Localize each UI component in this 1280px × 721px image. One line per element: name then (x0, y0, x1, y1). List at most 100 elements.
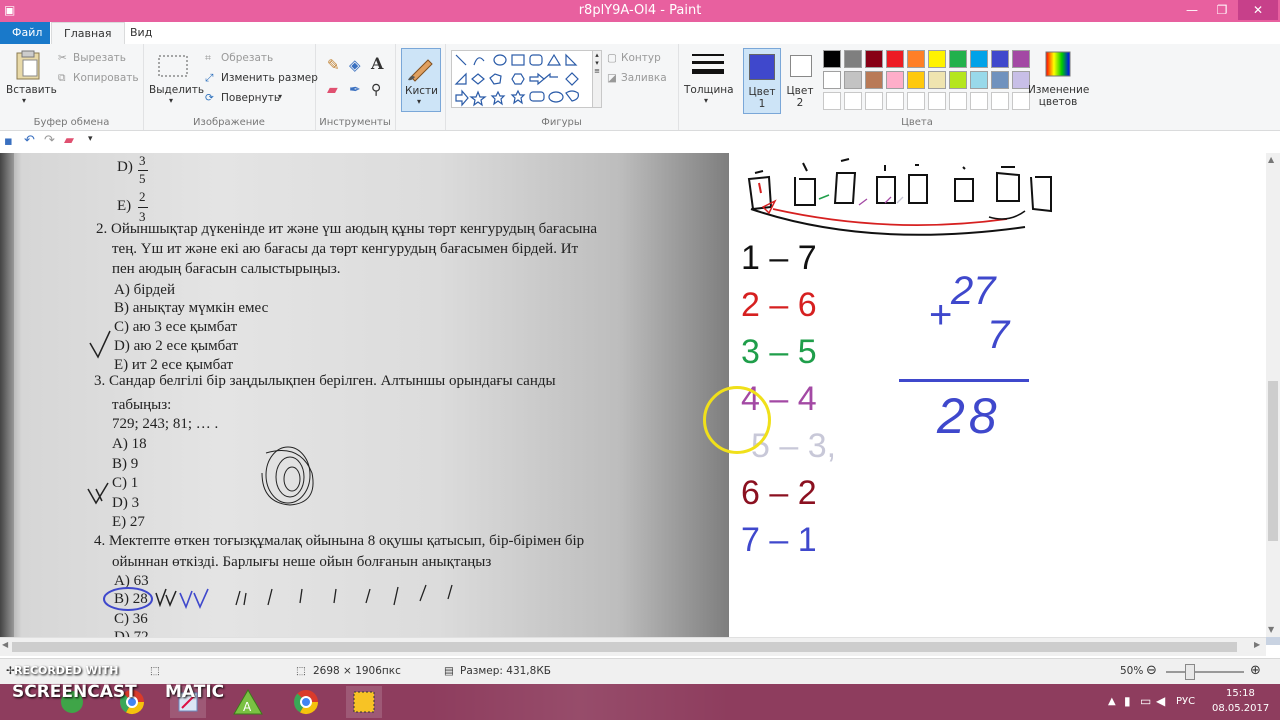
copy-icon: ⧉ (58, 72, 66, 84)
zoom-slider[interactable] (1166, 671, 1244, 673)
zoom-in-icon[interactable]: ⊕ (1250, 663, 1261, 678)
crop-button[interactable]: Обрезать (221, 52, 273, 64)
palette-empty-swatch[interactable] (823, 92, 841, 110)
outline-icon: ▢ (607, 52, 617, 64)
shapes-gallery[interactable] (451, 50, 593, 108)
colors-group-label: Цвета (901, 117, 933, 128)
cut-button[interactable]: Вырезать (73, 52, 126, 64)
network-icon[interactable]: ▮ (1124, 694, 1131, 708)
palette-swatch[interactable] (907, 50, 925, 68)
eraser-qat-icon[interactable]: ▰ (64, 133, 74, 148)
horizontal-scrollbar[interactable]: ◀ ▶ (0, 637, 1266, 656)
outline-button[interactable]: Контур (621, 52, 661, 64)
battery-icon[interactable]: ▭ (1140, 694, 1151, 708)
palette-empty-swatch[interactable] (844, 92, 862, 110)
taskbar-app-chrome-2[interactable] (288, 686, 324, 718)
clock-date[interactable]: 08.05.2017 (1212, 703, 1269, 714)
palette-empty-swatch[interactable] (907, 92, 925, 110)
paste-icon[interactable] (14, 50, 42, 80)
taskbar-app-snipping[interactable] (346, 686, 382, 718)
palette-swatch[interactable] (865, 71, 883, 89)
palette-swatch[interactable] (991, 71, 1009, 89)
rotate-button[interactable]: Повернуть (221, 92, 280, 104)
size-button[interactable]: Толщина (684, 84, 734, 96)
palette-empty-swatch[interactable] (886, 92, 904, 110)
palette-empty-swatch[interactable] (970, 92, 988, 110)
color-picker-icon[interactable]: ✒ (349, 82, 361, 98)
palette-swatch[interactable] (991, 50, 1009, 68)
color2-button[interactable]: Цвет 2 (786, 48, 818, 112)
redo-icon[interactable]: ↷ (44, 133, 55, 148)
minimize-button[interactable]: — (1178, 0, 1206, 20)
palette-empty-swatch[interactable] (991, 92, 1009, 110)
qat-customize-icon[interactable]: ▾ (88, 134, 93, 144)
rotate-chevron-icon[interactable]: ▾ (278, 92, 282, 101)
clock-time[interactable]: 15:18 (1226, 688, 1255, 699)
text-tool-icon[interactable]: A (371, 54, 383, 73)
vertical-scrollbar[interactable]: ▲ ▼ (1266, 153, 1280, 637)
brushes-button[interactable]: Кисти ▾ (401, 48, 441, 112)
shapes-scroll[interactable]: ▴ ▾ ≡ (592, 50, 602, 108)
edit-colors-button[interactable]: Изменение цветов (1028, 84, 1089, 108)
magnifier-icon[interactable]: ⚲ (371, 82, 381, 98)
zoom-slider-thumb[interactable] (1185, 664, 1195, 680)
edit-colors-icon[interactable] (1044, 50, 1072, 78)
select-button[interactable]: Выделить (149, 84, 204, 96)
palette-empty-swatch[interactable] (865, 92, 883, 110)
palette-swatch[interactable] (823, 50, 841, 68)
vertical-scroll-thumb[interactable] (1268, 381, 1278, 541)
worksheet-photo[interactable]: D) 3 5 E) 2 3 2. Ойыншықтар дүкенінде ит… (0, 153, 729, 637)
scroll-down-icon[interactable]: ▼ (1268, 625, 1274, 634)
palette-swatch[interactable] (970, 71, 988, 89)
drawing-area[interactable]: 1 – 72 – 63 – 54 – 45 – 3, 6 – 27 – 1 + 2… (729, 153, 1266, 637)
zoom-out-icon[interactable]: ⊖ (1146, 663, 1157, 678)
fill-icon: ◪ (607, 72, 617, 84)
save-icon[interactable]: ▪ (4, 134, 13, 149)
restore-button[interactable]: ❐ (1208, 0, 1236, 20)
close-button[interactable]: ✕ (1238, 0, 1278, 20)
palette-swatch[interactable] (949, 71, 967, 89)
scroll-up-icon[interactable]: ▲ (1268, 155, 1274, 164)
palette-swatch[interactable] (928, 50, 946, 68)
palette-swatch[interactable] (823, 71, 841, 89)
color1-button[interactable]: Цвет 1 (743, 48, 781, 114)
brush-icon (408, 59, 433, 82)
palette-swatch[interactable] (949, 50, 967, 68)
tab-home[interactable]: Главная (51, 22, 125, 45)
palette-swatch[interactable] (886, 50, 904, 68)
eraser-icon[interactable]: ▰ (327, 82, 338, 98)
paste-button[interactable]: Вставить (6, 84, 57, 96)
undo-icon[interactable]: ↶ (24, 133, 35, 148)
copy-button[interactable]: Копировать (73, 72, 139, 84)
palette-swatch[interactable] (844, 71, 862, 89)
size-chevron-icon[interactable]: ▾ (704, 96, 708, 105)
palette-swatch[interactable] (865, 50, 883, 68)
palette-swatch[interactable] (844, 50, 862, 68)
taskbar-app-android[interactable]: A (230, 686, 266, 718)
fill-bucket-icon[interactable]: ◈ (349, 56, 361, 74)
scroll-left-icon[interactable]: ◀ (2, 640, 8, 649)
status-bar: ✢ ⬚ ⬚ 2698 × 1906пкс ▤ Размер: 431,8КБ 5… (0, 658, 1280, 685)
sum-line (899, 379, 1029, 382)
scroll-right-icon[interactable]: ▶ (1254, 640, 1260, 649)
select-icon[interactable] (157, 54, 189, 78)
line-thickness-icon[interactable] (692, 52, 724, 78)
tab-view[interactable]: Вид (118, 22, 164, 44)
pencil-icon[interactable]: ✎ (327, 56, 340, 74)
tray-arrow-icon[interactable]: ▲ (1108, 696, 1116, 707)
palette-swatch[interactable] (970, 50, 988, 68)
select-chevron-icon[interactable]: ▾ (169, 96, 173, 105)
volume-icon[interactable]: ◀ (1156, 694, 1165, 708)
palette-swatch[interactable] (907, 71, 925, 89)
fill-button[interactable]: Заливка (621, 72, 667, 84)
language-indicator[interactable]: РУС (1176, 696, 1195, 707)
palette-swatch[interactable] (1012, 50, 1030, 68)
palette-empty-swatch[interactable] (928, 92, 946, 110)
resize-button[interactable]: Изменить размер (221, 72, 318, 84)
tab-file[interactable]: Файл (0, 22, 50, 44)
palette-swatch[interactable] (886, 71, 904, 89)
paste-chevron-icon[interactable]: ▾ (22, 96, 26, 105)
palette-swatch[interactable] (928, 71, 946, 89)
horizontal-scroll-thumb[interactable] (12, 642, 1237, 652)
palette-empty-swatch[interactable] (949, 92, 967, 110)
